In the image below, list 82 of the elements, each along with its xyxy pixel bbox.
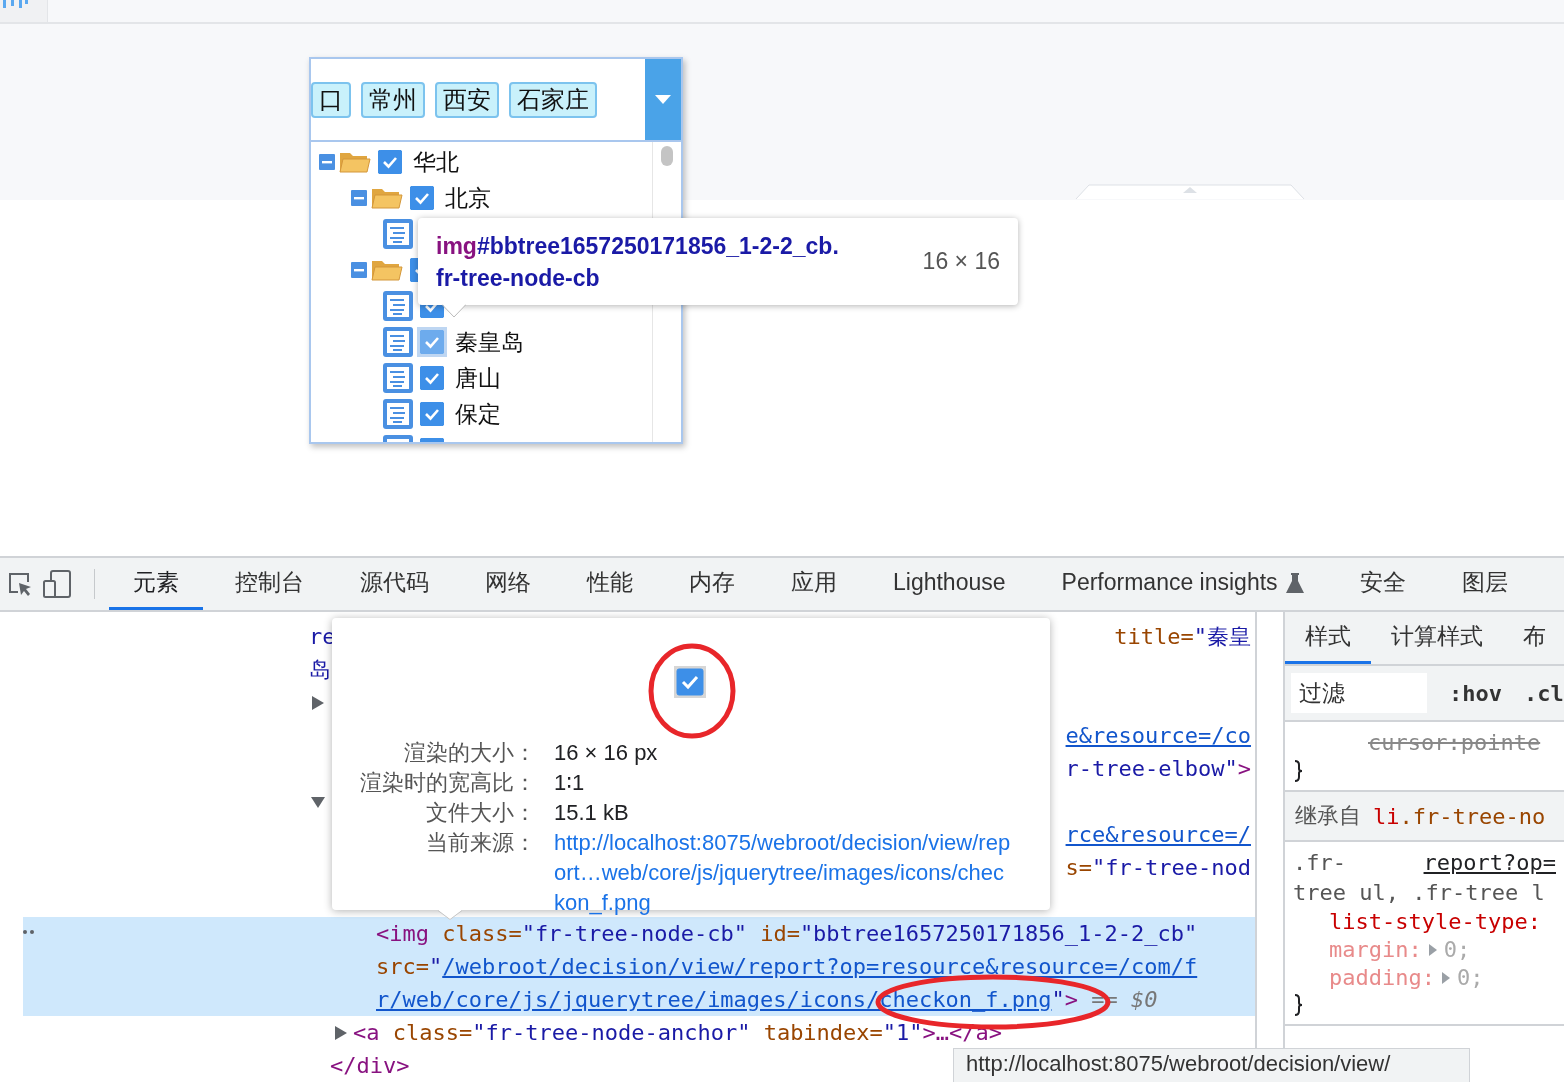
- devtools-tab[interactable]: 性能: [563, 558, 657, 610]
- filter-field[interactable]: 过滤: [1291, 673, 1427, 713]
- collapsed-triangle-icon[interactable]: [311, 695, 325, 710]
- document-icon: [383, 291, 413, 321]
- element-class: fr-tree-node-cb: [436, 263, 601, 293]
- info-value: 15.1 kB: [554, 799, 630, 827]
- inherited-selector[interactable]: li.fr-tree-no: [1373, 803, 1546, 829]
- minus-icon[interactable]: [351, 262, 367, 278]
- info-value: 1∶1: [554, 769, 586, 797]
- devtools-tab[interactable]: 图层: [1437, 558, 1532, 610]
- document-icon: [383, 399, 413, 429]
- link-status-tooltip: http://localhost:8075/webroot/decision/view/: [953, 1048, 1470, 1082]
- checked-checkbox[interactable]: [420, 402, 444, 426]
- rule-selector: tree ul, .fr-tree l: [1293, 879, 1546, 907]
- dropdown-button[interactable]: [645, 59, 681, 140]
- devtools-tab[interactable]: 内存: [665, 558, 759, 610]
- checked-checkbox[interactable]: [378, 150, 402, 174]
- checked-checkbox[interactable]: [420, 366, 444, 390]
- code-text: title="秦皇: [1114, 622, 1252, 651]
- chart-icon[interactable]: [0, 0, 30, 8]
- caret-icon: [655, 94, 671, 105]
- devtools-tab[interactable]: 控制台: [211, 558, 328, 610]
- inherited-label: 继承自: [1295, 802, 1361, 830]
- styles-tab[interactable]: 布: [1503, 612, 1564, 664]
- brace-icon: [1293, 994, 1303, 1016]
- rule-selector: .fr-: [1293, 849, 1346, 877]
- devtools-tab[interactable]: Performance insights: [1037, 558, 1328, 610]
- checked-checkbox[interactable]: [420, 330, 444, 354]
- info-label: 当前来源：: [425, 829, 536, 857]
- device-icon[interactable]: [42, 569, 72, 599]
- styles-tab[interactable]: 计算样式: [1371, 612, 1503, 664]
- filter-toggle[interactable]: .cl: [1524, 680, 1564, 706]
- folder-icon: [371, 258, 403, 282]
- tree-node-label[interactable]: 秦皇岛: [455, 326, 524, 358]
- element-selector: #bbtree1657250171856_1-2-2_cb.: [476, 232, 839, 259]
- code-text: 岛: [309, 655, 331, 684]
- code-text: <img class="fr-tree-node-cb" id="bbtree1657250171856_1-2-2_cb": [376, 921, 1198, 946]
- tree-node-label[interactable]: 保定: [455, 398, 501, 430]
- tag-name: img: [436, 232, 477, 259]
- source-link[interactable]: report?op=: [1423, 848, 1556, 878]
- document-icon: [383, 327, 413, 357]
- minus-icon[interactable]: [351, 190, 367, 206]
- devtools-tab[interactable]: 安全: [1335, 558, 1430, 610]
- city-tag[interactable]: 口: [311, 81, 351, 118]
- devtools-tab[interactable]: 应用: [767, 558, 861, 610]
- scrollbar-thumb[interactable]: [661, 146, 673, 166]
- tree-node-label[interactable]: 唐山: [455, 362, 501, 394]
- code-text: s="fr-tree-nod: [1065, 855, 1252, 880]
- code-text: r-tree-elbow">: [1065, 756, 1252, 781]
- filter-toggle[interactable]: :hov: [1449, 680, 1502, 706]
- document-icon: [383, 219, 413, 249]
- brace-icon: [1293, 760, 1303, 782]
- code-text: rce&resource=/: [1065, 822, 1252, 847]
- element-size: 16 × 16: [922, 248, 1000, 275]
- minus-icon[interactable]: [319, 154, 335, 170]
- city-tag[interactable]: 石家庄: [509, 81, 597, 118]
- folder-icon: [339, 150, 371, 174]
- devtools-tab[interactable]: 元素: [109, 558, 203, 610]
- devtools-tab[interactable]: 源代码: [336, 558, 453, 610]
- info-label: 文件大小：: [425, 799, 536, 827]
- info-label: 渲染的大小：: [403, 739, 536, 767]
- expanded-triangle-icon[interactable]: [311, 794, 325, 809]
- devtools-tab[interactable]: Lighthouse: [869, 558, 1030, 610]
- checked-checkbox[interactable]: [410, 186, 434, 210]
- code-text: </div>: [330, 1053, 410, 1078]
- folder-icon: [371, 186, 403, 210]
- info-label: 渲染时的宽高比：: [359, 769, 536, 797]
- css-property[interactable]: list-style-type:: [1329, 908, 1541, 936]
- collapsed-triangle-icon[interactable]: [334, 1025, 348, 1040]
- info-value: 16 × 16 px: [554, 739, 659, 767]
- code-text: e&resource=/co: [1065, 723, 1252, 748]
- source-link[interactable]: http://localhost:8075/webroot/decision/view/report…web/core/js/jquerytree/images/icons/checkon_f.png: [554, 828, 1014, 918]
- more-dots-icon[interactable]: [23, 929, 37, 935]
- document-icon: [383, 363, 413, 393]
- city-tag[interactable]: 西安: [435, 81, 499, 118]
- overridden-declaration: cursor:pointe: [1367, 729, 1542, 757]
- city-tag[interactable]: 常州: [361, 81, 425, 118]
- tree-node-label[interactable]: 北京: [445, 182, 491, 214]
- code-text: src="/webroot/decision/view/report?op=resource&resource=/com/f: [376, 954, 1198, 979]
- devtools-tab[interactable]: 网络: [461, 558, 555, 610]
- tree-node-label[interactable]: 华北: [413, 146, 459, 178]
- collapse-handle[interactable]: [1075, 184, 1305, 200]
